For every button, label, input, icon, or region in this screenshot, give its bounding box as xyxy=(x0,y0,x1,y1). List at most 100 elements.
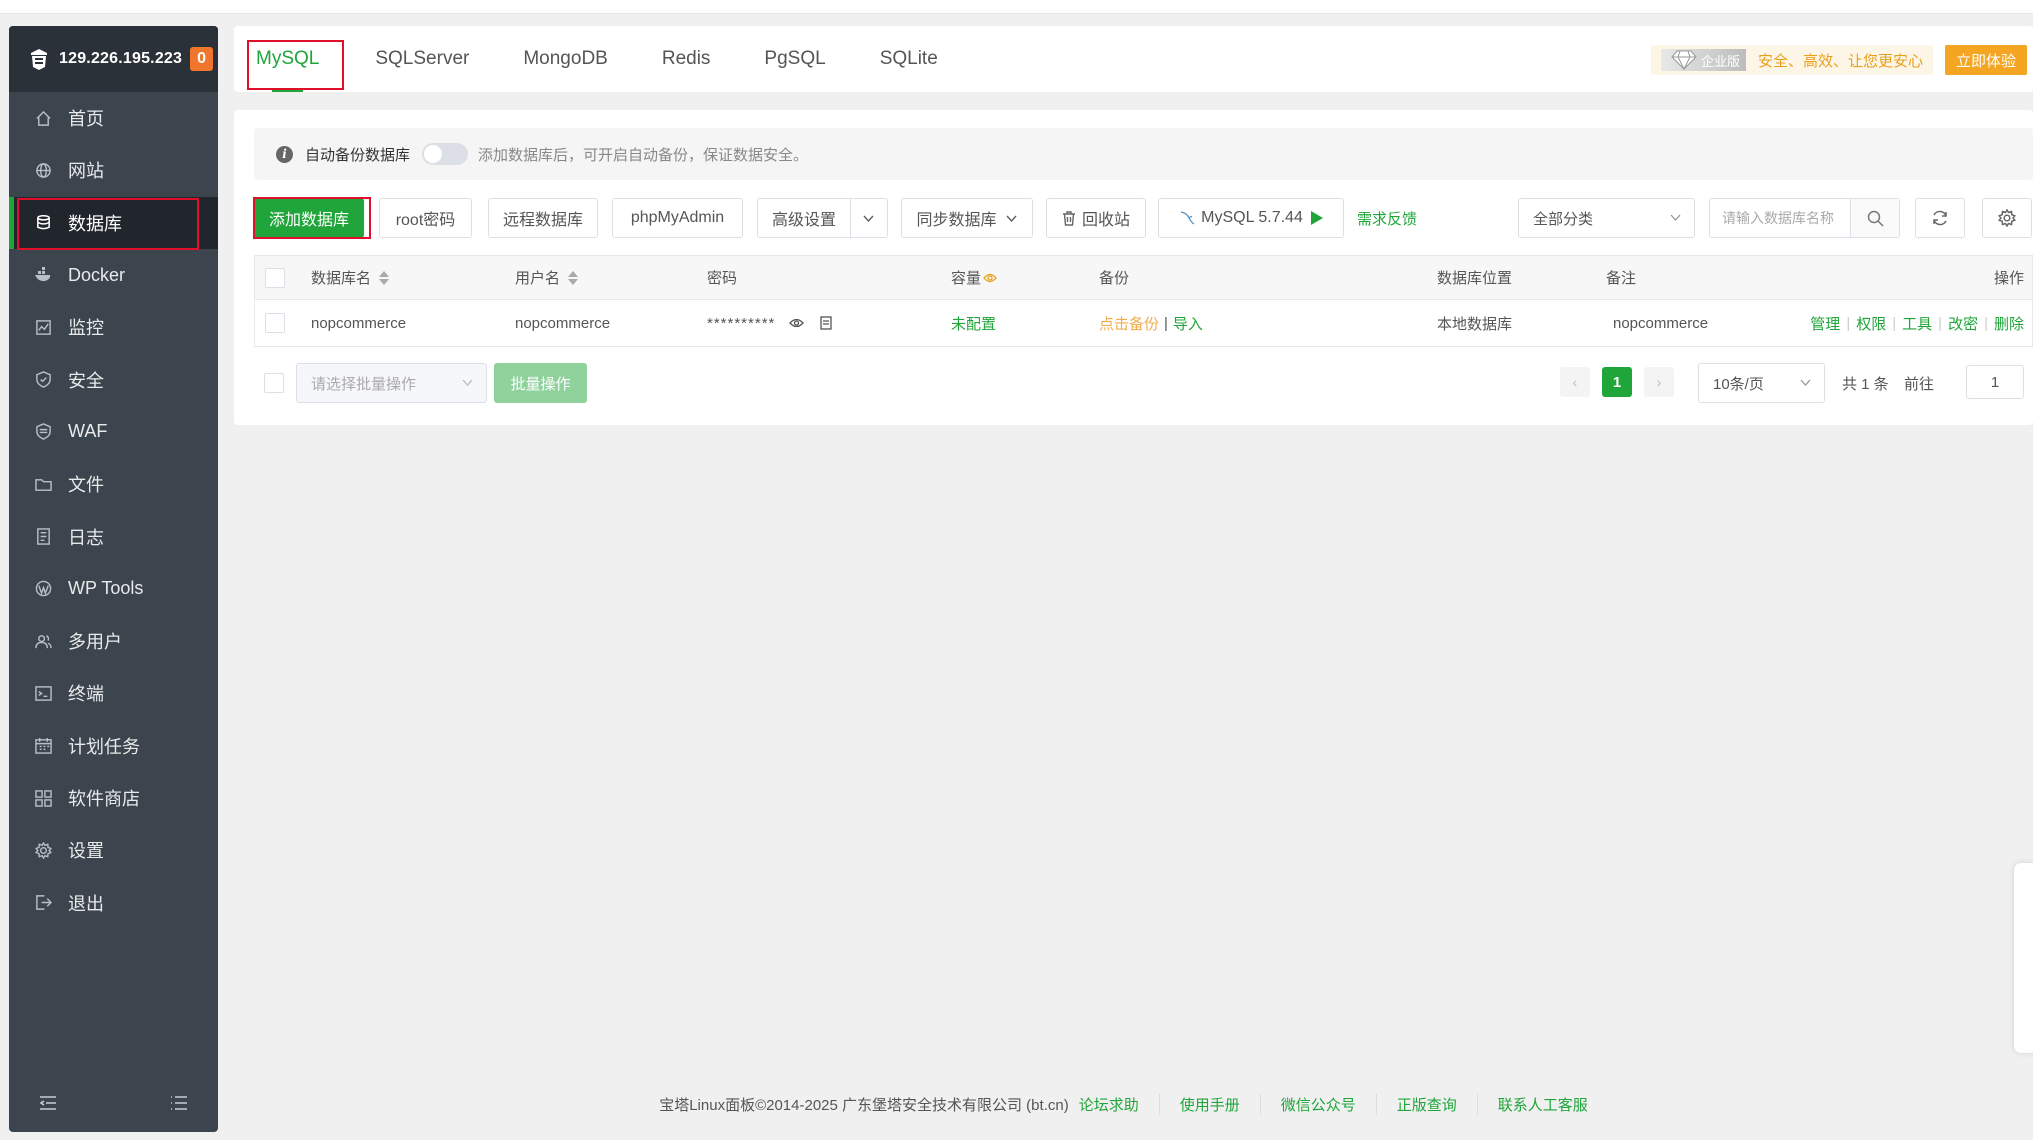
sidebar-item-cron[interactable]: 计划任务 xyxy=(9,720,218,772)
auto-backup-toggle[interactable] xyxy=(422,143,469,165)
chevron-down-icon[interactable] xyxy=(862,212,875,225)
sidebar-item-multi-user[interactable]: 多用户 xyxy=(9,615,218,667)
sidebar-item-files[interactable]: 文件 xyxy=(9,458,218,510)
sidebar-item-monitor[interactable]: 监控 xyxy=(9,301,218,353)
row-checkbox[interactable] xyxy=(265,313,285,333)
sort-icon[interactable] xyxy=(568,270,579,285)
sidebar-item-logs[interactable]: 日志 xyxy=(9,510,218,562)
db-name-cell[interactable]: nopcommerce xyxy=(311,300,406,346)
advanced-settings-split-button[interactable]: 高级设置 xyxy=(757,198,888,238)
tab-label: MySQL xyxy=(256,48,320,69)
advanced-settings-label: 高级设置 xyxy=(772,212,837,229)
import-link[interactable]: 导入 xyxy=(1173,313,1203,334)
tab-mysql[interactable]: MySQL xyxy=(234,26,341,92)
sidebar-item-website[interactable]: 网站 xyxy=(9,144,218,196)
remote-database-button[interactable]: 远程数据库 xyxy=(488,198,598,238)
enterprise-promo[interactable]: 企业版 安全、高效、让您更安心 xyxy=(1650,45,1933,75)
floating-side-widget[interactable] xyxy=(2013,862,2033,1054)
copy-password-icon[interactable] xyxy=(820,316,833,330)
manage-link[interactable]: 管理 xyxy=(1810,313,1840,334)
change-password-link[interactable]: 改密 xyxy=(1948,313,1978,334)
search-button[interactable] xyxy=(1850,199,1899,237)
server-header[interactable]: 129.226.195.223 0 xyxy=(9,26,218,92)
root-password-button[interactable]: root密码 xyxy=(379,198,472,238)
sidebar-item-security[interactable]: 安全 xyxy=(9,353,218,405)
sidebar-item-waf[interactable]: WAF xyxy=(9,406,218,458)
try-now-button[interactable]: 立即体验 xyxy=(1945,45,2027,75)
tab-label: PgSQL xyxy=(764,48,826,69)
delete-link[interactable]: 删除 xyxy=(1994,313,2024,334)
collapse-sidebar-icon[interactable] xyxy=(39,1095,57,1116)
capacity-cell[interactable]: 未配置 xyxy=(951,300,996,346)
page-size-select[interactable]: 10条/页 xyxy=(1698,363,1825,403)
menu-list-icon[interactable] xyxy=(170,1095,188,1116)
terminal-icon xyxy=(34,684,52,702)
sidebar-item-app-store[interactable]: 软件商店 xyxy=(9,772,218,824)
footer-link-wechat[interactable]: 微信公众号 xyxy=(1259,1093,1376,1115)
category-select[interactable]: 全部分类 xyxy=(1518,198,1695,238)
footer-link-manual[interactable]: 使用手册 xyxy=(1158,1093,1260,1115)
next-page-button[interactable]: › xyxy=(1644,367,1674,397)
mysql-version-button[interactable]: MySQL 5.7.44 xyxy=(1158,198,1344,238)
home-icon xyxy=(34,109,52,127)
browser-top-strip xyxy=(0,0,2033,14)
batch-select-checkbox[interactable] xyxy=(264,373,284,393)
tab-mongodb[interactable]: MongoDB xyxy=(501,26,630,92)
search-input[interactable] xyxy=(1710,199,1850,237)
message-count-badge[interactable]: 0 xyxy=(190,47,214,71)
mysql-version-label: MySQL 5.7.44 xyxy=(1201,209,1303,226)
sidebar-item-logout[interactable]: 退出 xyxy=(9,876,218,928)
feedback-link[interactable]: 需求反馈 xyxy=(1357,198,1417,238)
sidebar-item-database[interactable]: 数据库 xyxy=(9,196,218,250)
sort-icon[interactable] xyxy=(379,270,390,285)
sidebar-item-wp-tools[interactable]: WP Tools xyxy=(9,563,218,615)
footer-link-forum[interactable]: 论坛求助 xyxy=(1069,1094,1159,1115)
recycle-bin-button[interactable]: 回收站 xyxy=(1046,198,1146,238)
sidebar-nav: 首页 网站 数据库 Docker 监控 安全 WAF 文件 日志 WP Tool… xyxy=(9,92,218,929)
tools-link[interactable]: 工具 xyxy=(1902,313,1932,334)
prev-page-button[interactable]: ‹ xyxy=(1560,367,1590,397)
note-cell[interactable]: nopcommerce xyxy=(1613,300,1708,346)
sidebar-item-settings[interactable]: 设置 xyxy=(9,824,218,876)
eye-icon[interactable] xyxy=(983,272,997,284)
page-number-current[interactable]: 1 xyxy=(1602,367,1632,397)
sidebar: 129.226.195.223 0 首页 网站 数据库 Docker 监控 安全 xyxy=(9,26,218,1132)
tab-sqlserver[interactable]: SQLServer xyxy=(353,26,491,92)
shield-icon xyxy=(34,371,52,389)
sidebar-item-docker[interactable]: Docker xyxy=(9,249,218,301)
sidebar-item-terminal[interactable]: 终端 xyxy=(9,667,218,719)
sync-database-button[interactable]: 同步数据库 xyxy=(901,198,1033,238)
phpmyadmin-button[interactable]: phpMyAdmin xyxy=(612,198,743,238)
diamond-icon xyxy=(1671,50,1697,70)
tab-sqlite[interactable]: SQLite xyxy=(858,26,960,92)
sidebar-tools xyxy=(9,1095,218,1116)
permissions-link[interactable]: 权限 xyxy=(1856,313,1886,334)
goto-page-input[interactable]: 1 xyxy=(1966,365,2024,399)
trash-icon xyxy=(1062,210,1076,226)
show-password-icon[interactable] xyxy=(789,317,805,329)
header-label: 容量 xyxy=(951,270,982,287)
sidebar-item-label: WP Tools xyxy=(68,578,144,599)
tab-pgsql[interactable]: PgSQL xyxy=(742,26,847,92)
play-icon xyxy=(1310,211,1323,225)
batch-action-select[interactable]: 请选择批量操作 xyxy=(296,363,487,403)
table-settings-button[interactable] xyxy=(1982,198,2032,238)
footer-link-license-check[interactable]: 正版查询 xyxy=(1375,1093,1477,1115)
tab-redis[interactable]: Redis xyxy=(640,26,733,92)
enterprise-badge: 企业版 xyxy=(1660,49,1746,71)
header-db-name[interactable]: 数据库名 xyxy=(311,256,390,299)
sidebar-item-home[interactable]: 首页 xyxy=(9,92,218,144)
select-all-checkbox[interactable] xyxy=(265,267,285,288)
page-size-value: 10条/页 xyxy=(1713,375,1764,393)
auto-backup-hint: 添加数据库后，可开启自动备份，保证数据安全。 xyxy=(478,146,809,164)
sidebar-item-label: 日志 xyxy=(68,527,104,548)
db-toolbar: 添加数据库 root密码 远程数据库 phpMyAdmin 高级设置 同步数据库… xyxy=(254,198,2033,238)
batch-action-button[interactable]: 批量操作 xyxy=(494,363,587,403)
footer-link-support[interactable]: 联系人工客服 xyxy=(1476,1093,1608,1115)
add-database-button[interactable]: 添加数据库 xyxy=(254,198,364,238)
backup-now-link[interactable]: 点击备份 xyxy=(1099,313,1159,334)
sidebar-item-label: 数据库 xyxy=(68,213,122,234)
logout-icon xyxy=(34,894,52,912)
header-username[interactable]: 用户名 xyxy=(515,256,579,299)
refresh-button[interactable] xyxy=(1915,198,1965,238)
